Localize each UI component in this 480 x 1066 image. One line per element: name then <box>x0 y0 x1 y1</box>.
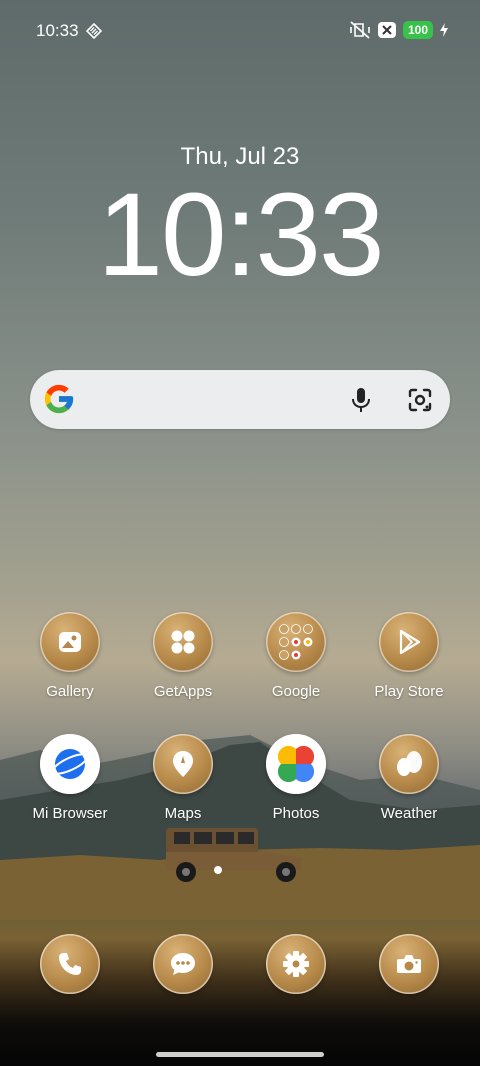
battery-indicator: 100 <box>402 21 433 39</box>
page-indicator-dot[interactable] <box>214 866 222 874</box>
dock-settings[interactable] <box>238 934 354 994</box>
maps-icon <box>153 734 213 794</box>
google-search-bar[interactable] <box>30 370 450 429</box>
app-play-store[interactable]: Play Store <box>351 612 467 700</box>
no-sim-icon <box>377 22 396 38</box>
app-getapps[interactable]: GetApps <box>125 612 241 700</box>
app-label: Photos <box>272 805 320 822</box>
mi-browser-icon <box>40 734 100 794</box>
app-mi-browser[interactable]: Mi Browser <box>12 734 128 822</box>
charging-icon <box>440 23 448 37</box>
lockscreen-clock: 10:33 <box>97 169 384 301</box>
google-lens-icon[interactable] <box>406 386 434 414</box>
app-google-folder[interactable]: Google <box>238 612 354 700</box>
gesture-nav-bar[interactable] <box>156 1052 324 1057</box>
home-screen: 10:33 100 Thu, Jul 23 10:33 Gallery GetA… <box>0 0 480 1066</box>
app-label: Play Store <box>374 683 444 700</box>
status-time: 10:33 <box>36 21 79 40</box>
play-store-icon <box>379 612 439 672</box>
photos-icon <box>266 734 326 794</box>
gallery-icon <box>40 612 100 672</box>
mute-vibrate-icon <box>350 21 370 39</box>
app-label: Google <box>271 683 321 700</box>
google-logo-icon <box>44 384 74 414</box>
dock-messages[interactable] <box>125 934 241 994</box>
weather-icon <box>379 734 439 794</box>
app-label: Gallery <box>46 683 94 700</box>
app-weather[interactable]: Weather <box>351 734 467 822</box>
dock-phone[interactable] <box>12 934 128 994</box>
diamond-grid-icon <box>86 23 102 39</box>
app-maps[interactable]: Maps <box>125 734 241 822</box>
app-label: Weather <box>380 805 438 822</box>
getapps-icon <box>153 612 213 672</box>
app-label: GetApps <box>153 683 213 700</box>
settings-icon <box>266 934 326 994</box>
phone-icon <box>40 934 100 994</box>
wallpaper-truck <box>166 828 301 882</box>
app-gallery[interactable]: Gallery <box>12 612 128 700</box>
status-bar: 10:33 100 <box>0 0 480 62</box>
app-photos[interactable]: Photos <box>238 734 354 822</box>
dock-camera[interactable] <box>351 934 467 994</box>
status-right-icons: 100 <box>349 21 448 39</box>
messages-icon <box>153 934 213 994</box>
mic-icon[interactable] <box>348 386 374 414</box>
app-label: Mi Browser <box>32 805 108 822</box>
app-label: Maps <box>164 805 202 822</box>
lockscreen-date: Thu, Jul 23 <box>180 143 300 170</box>
camera-icon <box>379 934 439 994</box>
google-folder-icon <box>266 612 326 672</box>
